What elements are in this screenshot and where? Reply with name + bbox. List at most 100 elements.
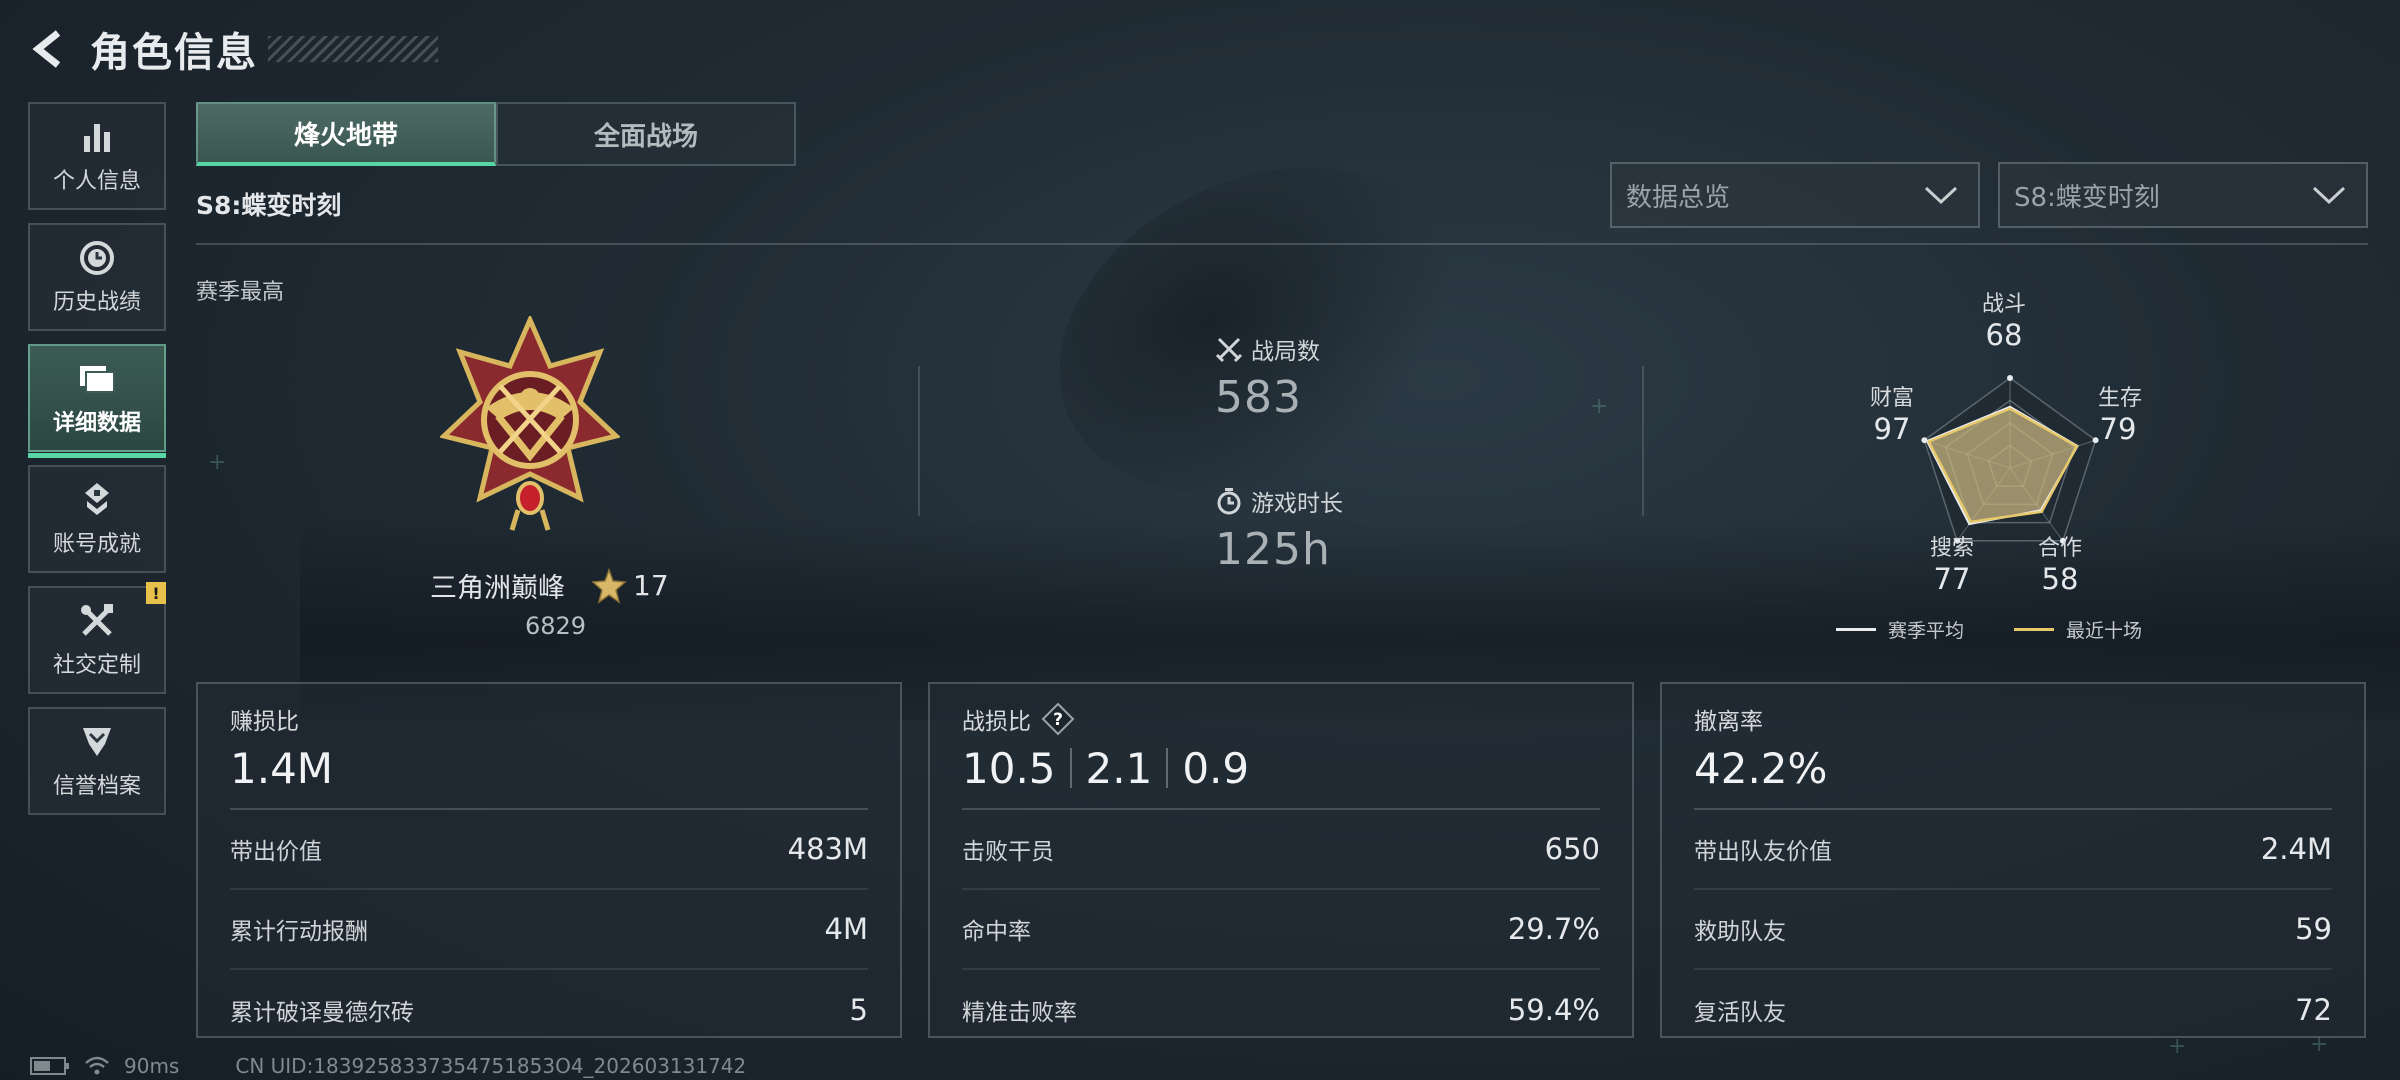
chevron-down-icon [2312,186,2346,205]
radar-value-combat: 68 [1985,318,2023,352]
help-icon[interactable]: ? [1041,702,1075,736]
radar-label-cooperation: 合作 [2037,536,2082,561]
radar-label-survival: 生存 [2097,386,2142,411]
divider [918,366,920,516]
matches-stat: 战局数 583 [1215,332,1320,423]
sidebar-item-detailed-data[interactable]: 详细数据 [28,344,166,458]
crosshair-icon: + [208,450,227,475]
extract-panel: 撤离率 42.2% 带出队友价值 2.4M 救助队友 59 复活队友 72 [1660,682,2366,1038]
sidebar-item-label: 信誉档案 [52,774,141,799]
tab-hazard-zone[interactable]: 烽火地带 [196,102,496,166]
folder-data-icon [77,359,117,399]
sidebar-item-social-custom[interactable]: ! 社交定制 [28,582,166,694]
view-select-value: 数据总览 [1626,182,1731,213]
row-label: 精准击败率 [962,1000,1077,1026]
panel-title: 战损比 [962,709,1031,735]
sidebar-item-achievements[interactable]: 账号成就 [28,465,166,573]
rank-points: 6829 [525,612,587,640]
legend-label: 赛季平均 [1888,620,1965,642]
achievement-badge-icon [77,480,117,520]
row-value: 5 [849,993,868,1027]
list-item: 带出队友价值 2.4M [1694,810,2332,890]
chevron-down-icon [1924,186,1958,205]
season-select-value: S8:蝶变时刻 [2014,182,2160,213]
season-select[interactable]: S8:蝶变时刻 [1998,162,2368,228]
season-best-label: 赛季最高 [196,280,285,305]
radar-legend: 赛季平均 最近十场 [1836,616,2192,643]
row-value: 650 [1544,832,1600,866]
sidebar-item-history[interactable]: 历史战绩 [28,223,166,331]
radar-value-wealth: 97 [1873,412,1911,446]
divider [196,243,2368,245]
sidebar-item-label: 历史战绩 [52,290,141,315]
crossed-swords-icon [1215,337,1243,363]
radar-value-search: 77 [1933,562,1971,596]
page-title: 角色信息 [90,30,258,76]
row-value: 483M [787,832,868,866]
crosshair-icon: + [1590,394,1609,419]
sidebar-item-label: 社交定制 [52,653,141,678]
list-item: 复活队友 72 [1694,970,2332,1050]
playtime-value: 125h [1215,524,1331,575]
radar-label-combat: 战斗 [1981,292,2026,317]
sidebar-item-label: 详细数据 [52,411,141,436]
profit-panel: 赚损比 1.4M 带出价值 483M 累计行动报酬 4M 累计破译曼德尔砖 5 [196,682,902,1038]
title-decoration [268,36,438,62]
row-value: 29.7% [1507,912,1600,946]
rank-emblem-icon [438,313,622,536]
list-item: 命中率 29.7% [962,890,1600,970]
sidebar-item-label: 个人信息 [52,169,141,194]
sidebar-item-credit-record[interactable]: 信誉档案 [28,707,166,815]
view-select[interactable]: 数据总览 [1610,162,1980,228]
row-value: 59 [2295,912,2332,946]
panel-value: 1.4M [230,743,334,793]
legend-label: 最近十场 [2066,620,2143,642]
panel-value: 42.2% [1694,743,1828,793]
status-bar: 90ms CN UID:1839258337354751853O4_202603… [30,1054,746,1078]
radar-value-cooperation: 58 [2041,562,2079,596]
row-label: 带出队友价值 [1694,839,1832,865]
row-value: 4M [824,912,868,946]
tools-cross-icon [77,601,117,641]
stopwatch-icon [1217,488,1241,515]
legend-season-average: 赛季平均 [1836,616,1964,643]
rank-star-count: 17 [633,569,669,602]
back-arrow-icon[interactable] [28,26,68,72]
wifi-icon [85,1056,109,1075]
panel-title-row: 战损比 ? [962,702,1600,736]
sidebar: 个人信息 历史战绩 详细数据 账号成就 ! 社交定制 信誉档案 [28,102,166,828]
row-value: 59.4% [1507,993,1600,1027]
svg-text:?: ? [1053,710,1063,730]
shield-chevron-icon [77,722,117,762]
uid-text: CN UID:1839258337354751853O4_20260313174… [235,1054,747,1078]
legend-line-swatch [2014,628,2055,631]
sidebar-item-label: 账号成就 [52,532,141,557]
row-label: 击败干员 [962,839,1054,865]
kd-values: 10.5 2.1 0.9 [962,740,1600,796]
divider [1642,366,1644,516]
matches-label: 战局数 [1251,339,1320,365]
list-item: 带出价值 483M [230,810,868,890]
legend-recent-ten: 最近十场 [2014,616,2142,643]
rank-name: 三角洲巅峰 [430,573,565,604]
history-clock-icon [77,238,117,278]
row-value: 2.4M [2260,832,2332,866]
radar-value-survival: 79 [2099,412,2137,446]
mode-tabs: 烽火地带 全面战场 [196,102,796,166]
season-title: S8:蝶变时刻 [196,191,342,220]
tab-all-out-warfare[interactable]: 全面战场 [496,102,796,166]
alert-badge: ! [146,582,166,604]
divider [1069,748,1072,788]
playtime-label: 游戏时长 [1251,491,1343,517]
rank-line: 三角洲巅峰 17 [430,566,669,605]
divider [1166,748,1169,788]
row-label: 命中率 [962,919,1031,945]
row-label: 救助队友 [1694,919,1786,945]
panel-title: 撤离率 [1694,709,1763,735]
sidebar-item-personal-info[interactable]: 个人信息 [28,102,166,210]
playtime-stat: 游戏时长 125h [1215,484,1343,575]
legend-line-swatch [1836,628,1876,631]
ping-value: 90ms [124,1054,180,1078]
row-label: 复活队友 [1694,1000,1786,1026]
battery-icon [30,1057,69,1075]
